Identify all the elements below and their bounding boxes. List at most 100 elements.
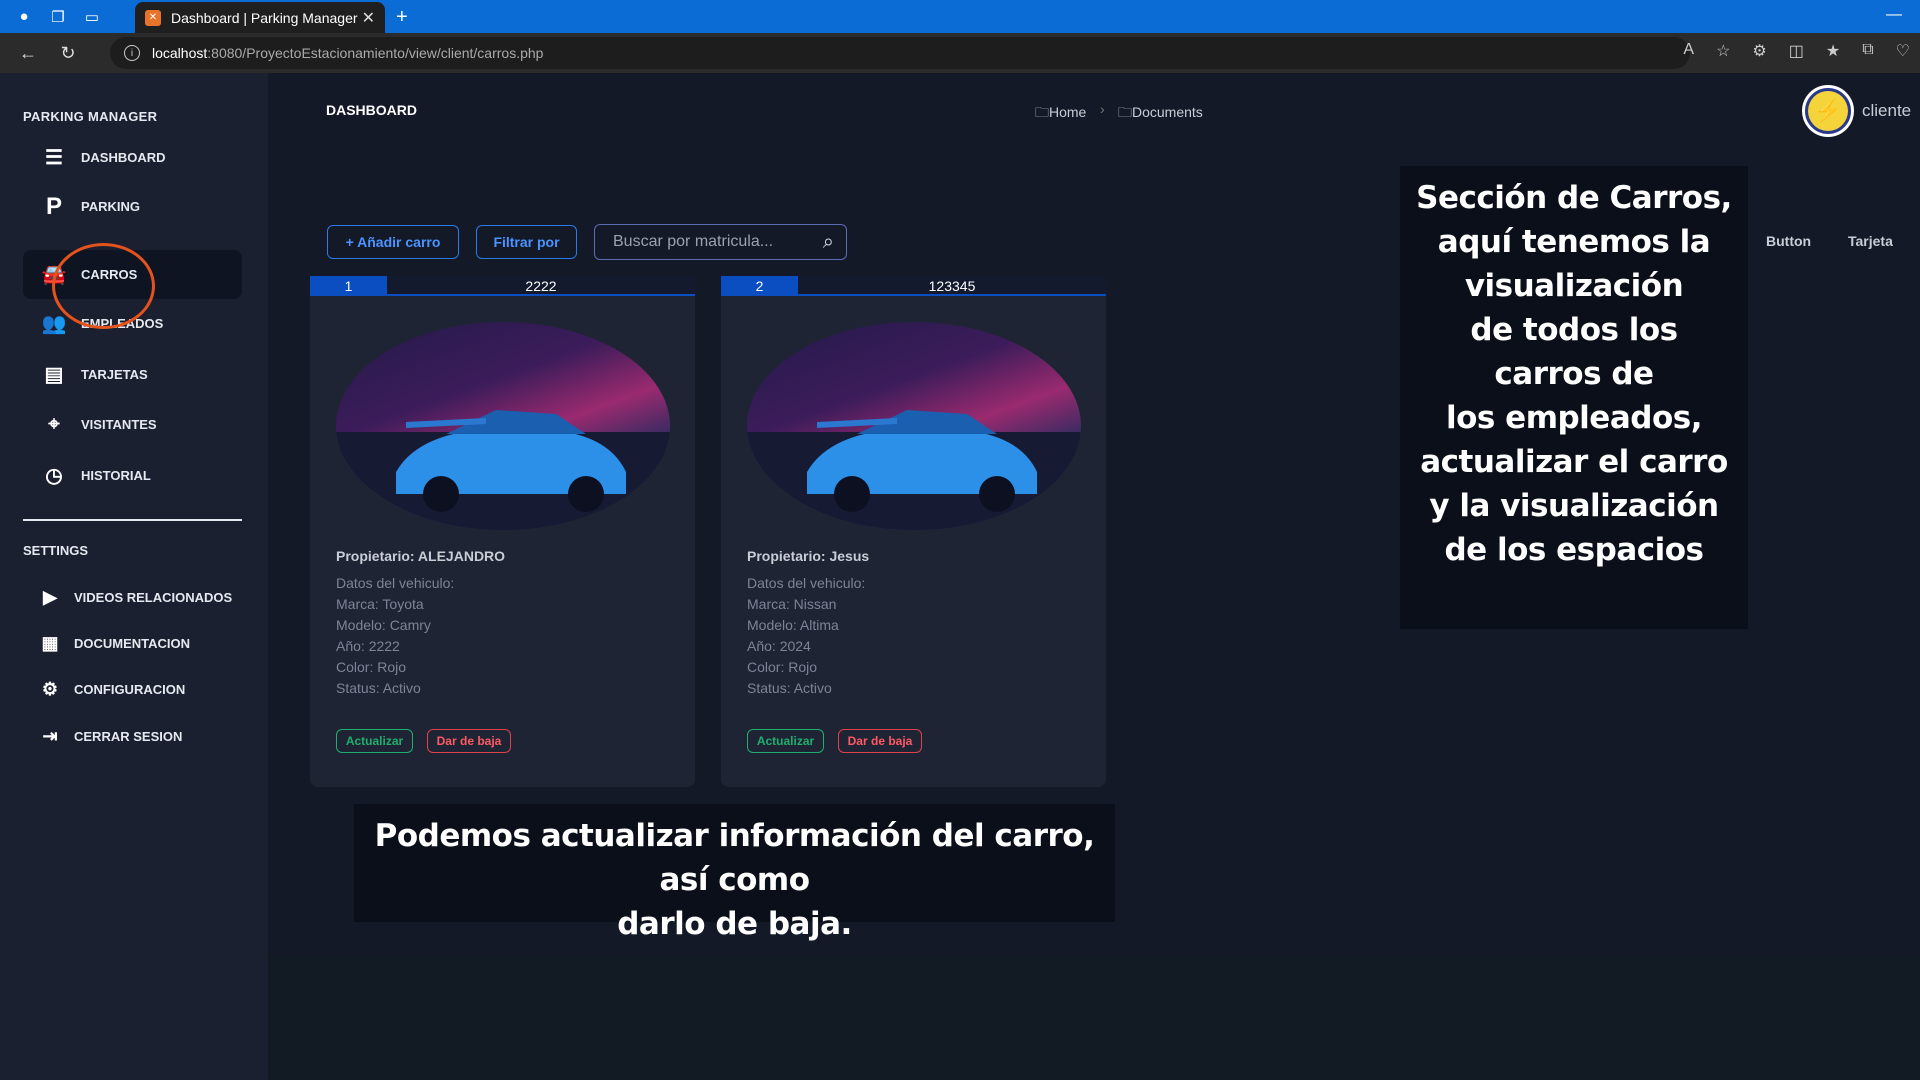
tarjeta-link[interactable]: Tarjeta — [1848, 233, 1893, 249]
annotation-bottom: Podemos actualizar información del carro… — [354, 804, 1115, 942]
car-owner: Propietario: Jesus — [747, 548, 870, 564]
minimize-icon[interactable]: — — [1886, 6, 1902, 24]
card-header: 2 123345 — [721, 276, 1106, 296]
folder-icon: 🗀 — [1118, 104, 1132, 120]
read-aloud-icon[interactable]: A — [1683, 41, 1694, 61]
user-name[interactable]: cliente — [1862, 101, 1911, 121]
delete-button[interactable]: Dar de baja — [838, 729, 922, 753]
car-image — [747, 322, 1081, 530]
sidebar-item-cerrar-sesion[interactable]: ⇥ CERRAR SESION — [38, 721, 182, 751]
annotation-line: aquí tenemos la — [1437, 224, 1711, 261]
heart-icon[interactable]: ♡ — [1896, 41, 1910, 61]
car-detail: Color: Rojo — [747, 659, 818, 675]
annotation-line: y la visualización — [1429, 488, 1719, 525]
highlight-circle — [52, 243, 155, 329]
tab-title: Dashboard | Parking Manager — [171, 9, 358, 26]
sidebar-item-documentacion[interactable]: ▦ DOCUMENTACION — [38, 628, 190, 658]
url-path: :8080/ProyectoEstacionamiento/view/clien… — [207, 45, 544, 61]
new-tab-icon[interactable]: + — [396, 6, 408, 29]
annotation-line: actualizar el carro — [1420, 444, 1728, 481]
parking-icon: P — [45, 192, 62, 220]
play-icon: ▶ — [43, 586, 57, 607]
search-input[interactable]: Buscar por matricula... ⌕ — [594, 224, 847, 260]
sidebar-item-label: VIDEOS RELACIONADOS — [74, 589, 233, 605]
collections-icon[interactable]: ⧉ — [1862, 41, 1873, 61]
car-detail: Datos del vehiculo: — [747, 575, 866, 591]
update-button[interactable]: Actualizar — [747, 729, 824, 753]
browser-toolbar-icons: A ☆ ⚙ ◫ ★ ⧉ ♡ — [1683, 41, 1910, 61]
settings-heading: SETTINGS — [23, 543, 89, 558]
avatar[interactable]: ⚡ — [1802, 85, 1854, 137]
breadcrumb-separator-icon: › — [1100, 101, 1105, 117]
breadcrumb-documents[interactable]: 🗀Documents — [1118, 102, 1203, 126]
tab-actions-icon[interactable]: ▭ — [82, 7, 102, 27]
url-field[interactable]: i localhost:8080/ProyectoEstacionamiento… — [110, 37, 1690, 69]
sidebar-item-tarjetas[interactable]: ▤ TARJETAS — [23, 350, 242, 399]
browser-tab-bar: ● ❐ ▭ ✕ Dashboard | Parking Manager ✕ + … — [0, 0, 1920, 33]
split-screen-icon[interactable]: ◫ — [1789, 41, 1804, 61]
sidebar-item-historial[interactable]: ◷ HISTORIAL — [23, 451, 242, 500]
delete-button[interactable]: Dar de baja — [427, 729, 511, 753]
breadcrumb-home-label: Home — [1049, 104, 1087, 120]
sidebar-item-label: CONFIGURACION — [74, 681, 186, 697]
back-icon[interactable]: ← — [16, 43, 40, 64]
add-car-button[interactable]: + Añadir carro — [327, 225, 459, 259]
annotation-line: Podemos actualizar información del carro… — [374, 818, 1095, 899]
gears-icon: ⚙ — [41, 678, 59, 699]
car-card: 2 123345 Propietario: Jesus Datos del ve… — [721, 276, 1106, 787]
sidebar-item-label: TARJETAS — [81, 367, 148, 382]
pikachu-avatar-icon: ⚡ — [1808, 91, 1848, 131]
sidebar-item-visitantes[interactable]: ⌖ VISITANTES — [23, 400, 242, 449]
sidebar-divider — [23, 519, 242, 521]
search-icon[interactable]: ⌕ — [823, 231, 834, 254]
sidebar: PARKING MANAGER ☰ DASHBOARD P PARKING 🚘 … — [0, 73, 268, 1080]
car-detail: Año: 2222 — [336, 638, 400, 654]
close-tab-icon[interactable]: ✕ — [362, 8, 375, 28]
car-card: 1 2222 Propietario: ALEJANDRO Datos del … — [310, 276, 695, 787]
annotation-line: darlo de baja. — [617, 906, 852, 943]
annotation-line: Sección de Carros, — [1416, 180, 1732, 216]
profile-icon[interactable]: ● — [14, 7, 34, 27]
card-icon: ▤ — [44, 364, 64, 386]
workspaces-icon[interactable]: ❐ — [48, 7, 68, 27]
annotation-line: los empleados, — [1446, 400, 1702, 437]
sidebar-item-label: DASHBOARD — [81, 150, 166, 165]
sidebar-item-dashboard[interactable]: ☰ DASHBOARD — [23, 133, 242, 182]
browser-tab[interactable]: ✕ Dashboard | Parking Manager ✕ — [135, 2, 385, 33]
sidebar-item-parking[interactable]: P PARKING — [23, 182, 242, 231]
car-detail: Color: Rojo — [336, 659, 407, 675]
sidebar-item-label: HISTORIAL — [81, 468, 151, 483]
car-detail: Status: Activo — [336, 680, 421, 696]
favorite-star-icon[interactable]: ☆ — [1716, 41, 1730, 61]
update-button[interactable]: Actualizar — [336, 729, 413, 753]
employees-icon: 👥 — [41, 313, 67, 335]
car-detail: Datos del vehiculo: — [336, 575, 455, 591]
annotation-line: carros de — [1494, 356, 1654, 393]
logout-icon: ⇥ — [42, 725, 58, 746]
extensions-icon[interactable]: ⚙ — [1752, 41, 1766, 61]
refresh-icon[interactable]: ↻ — [56, 43, 80, 64]
button-link[interactable]: Button — [1766, 233, 1811, 249]
sidebar-item-label: PARKING — [81, 199, 140, 214]
sidebar-item-videos[interactable]: ▶ VIDEOS RELACIONADOS — [38, 582, 232, 612]
folder-icon: 🗀 — [1035, 104, 1049, 120]
sidebar-item-label: VISITANTES — [81, 417, 157, 432]
card-plate: 123345 — [928, 278, 976, 294]
sidebar-item-configuracion[interactable]: ⚙ CONFIGURACION — [38, 674, 185, 704]
card-header: 1 2222 — [310, 276, 695, 296]
car-detail: Marca: Toyota — [336, 596, 424, 612]
car-owner: Propietario: ALEJANDRO — [336, 548, 506, 564]
car-detail: Status: Activo — [747, 680, 832, 696]
site-info-icon[interactable]: i — [124, 45, 140, 61]
favorites-icon[interactable]: ★ — [1826, 41, 1840, 61]
sidebar-item-label: DOCUMENTACION — [74, 635, 191, 651]
breadcrumb-home[interactable]: 🗀Home — [1035, 102, 1086, 126]
annotation-line: de los espacios — [1444, 532, 1704, 569]
card-index: 1 — [310, 276, 387, 296]
page-title: DASHBOARD — [326, 102, 417, 118]
annotation-line: visualización — [1464, 268, 1684, 305]
filter-button[interactable]: Filtrar por — [476, 225, 577, 259]
menu-icon: ☰ — [45, 147, 63, 169]
car-illustration — [336, 410, 670, 530]
card-plate: 2222 — [525, 278, 557, 294]
